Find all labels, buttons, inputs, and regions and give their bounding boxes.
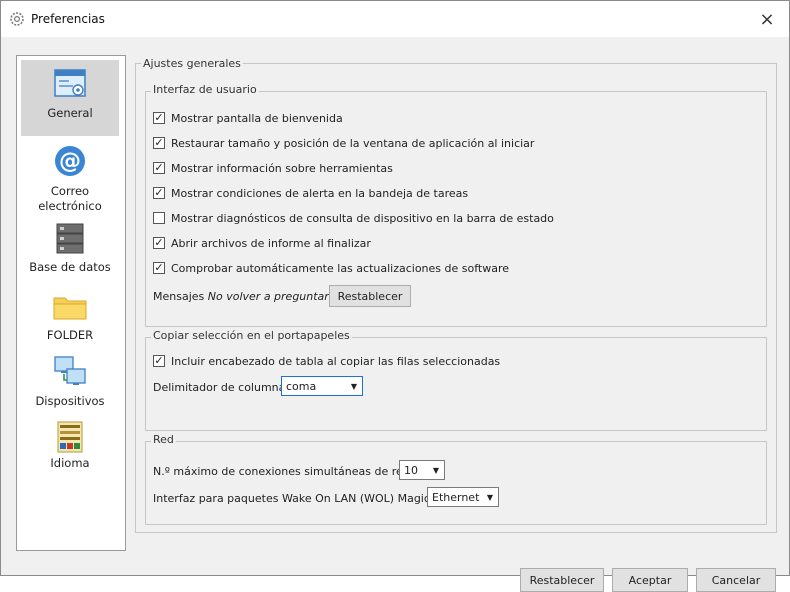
title-bar: Preferencias × xyxy=(1,1,789,37)
dialog-content: General @ Correo electrónico Base de dat… xyxy=(1,37,789,592)
checkbox[interactable]: ✓ xyxy=(153,112,165,124)
wol-interface-select[interactable]: Ethernet ▼ xyxy=(427,487,499,507)
checkbox-label: Mostrar diagnósticos de consulta de disp… xyxy=(171,211,554,225)
messages-label: Mensajes No volver a preguntar: xyxy=(153,290,333,303)
sidebar-item-label: Dispositivos xyxy=(35,394,105,408)
checkbox[interactable]: ✓ xyxy=(153,355,165,367)
copy-section-title: Copiar selección en el portapapeles xyxy=(151,329,352,342)
checkbox-row[interactable]: ✓ Abrir archivos de informe al finalizar xyxy=(153,234,371,252)
gear-icon xyxy=(10,12,24,26)
checkbox-label: Mostrar información sobre herramientas xyxy=(171,161,393,175)
chevron-down-icon: ▼ xyxy=(432,466,439,475)
sidebar-item-devices[interactable]: Dispositivos xyxy=(21,352,119,412)
check-icon: ✓ xyxy=(154,111,164,124)
check-icon: ✓ xyxy=(154,261,164,274)
checkbox-label: Mostrar pantalla de bienvenida xyxy=(171,111,343,125)
checkbox-label: Incluir encabezado de tabla al copiar la… xyxy=(171,354,501,368)
general-window-icon xyxy=(54,69,86,97)
devices-icon xyxy=(54,356,86,385)
checkbox-row[interactable]: ✓ Mostrar información sobre herramientas xyxy=(153,159,393,177)
sidebar-item-language[interactable]: Idioma xyxy=(21,420,119,480)
general-settings-title: Ajustes generales xyxy=(141,57,243,70)
sidebar-item-database[interactable]: Base de datos xyxy=(21,220,119,280)
general-settings-panel: Ajustes generales Interfaz de usuario ✓ … xyxy=(135,55,777,533)
database-icon xyxy=(56,223,84,254)
ui-section-title: Interfaz de usuario xyxy=(151,83,259,96)
max-connections-label: N.º máximo de conexiones simultáneas de … xyxy=(153,465,414,478)
preferences-window: Preferencias × General @ Correo electrón… xyxy=(0,0,790,592)
window-title: Preferencias xyxy=(31,12,105,26)
close-button[interactable]: × xyxy=(745,1,789,37)
check-icon: ✓ xyxy=(154,236,164,249)
max-connections-select[interactable]: 10 ▼ xyxy=(399,460,445,480)
sidebar-item-label: FOLDER xyxy=(46,328,94,342)
checkbox-label: Restaurar tamaño y posición de la ventan… xyxy=(171,136,535,150)
svg-text:@: @ xyxy=(59,149,81,174)
sidebar-item-label: Correo electrónico xyxy=(38,184,102,213)
chevron-down-icon: ▼ xyxy=(486,493,493,502)
checkbox-row[interactable]: ✓ Restaurar tamaño y posición de la vent… xyxy=(153,134,534,152)
network-section-title: Red xyxy=(151,433,176,446)
reset-button[interactable]: Restablecer xyxy=(520,568,604,592)
chevron-down-icon: ▼ xyxy=(350,382,357,391)
check-icon: ✓ xyxy=(154,161,164,174)
cancel-button[interactable]: Cancelar xyxy=(696,568,776,592)
sidebar-item-label: Base de datos xyxy=(29,260,111,274)
at-sign-icon: @ xyxy=(55,146,85,176)
checkbox[interactable]: ✓ xyxy=(153,237,165,249)
check-icon: ✓ xyxy=(154,186,164,199)
delimiter-value: coma xyxy=(286,379,317,393)
checkbox-row[interactable]: Mostrar diagnósticos de consulta de disp… xyxy=(153,209,554,227)
wol-interface-value: Ethernet xyxy=(432,490,480,504)
checkbox[interactable]: ✓ xyxy=(153,262,165,274)
sidebar-item-label: Idioma xyxy=(50,456,90,470)
checkbox-row[interactable]: ✓ Mostrar pantalla de bienvenida xyxy=(153,109,343,127)
checkbox-row[interactable]: ✓ Comprobar automáticamente las actualiz… xyxy=(153,259,509,277)
wol-label: Interfaz para paquetes Wake On LAN (WOL)… xyxy=(153,492,434,505)
preferences-sidebar: General @ Correo electrónico Base de dat… xyxy=(16,55,126,551)
network-section-box xyxy=(145,441,767,525)
folder-icon xyxy=(53,297,87,320)
max-connections-value: 10 xyxy=(404,463,418,477)
sidebar-item-email[interactable]: @ Correo electrónico xyxy=(21,142,119,213)
checkbox[interactable]: ✓ xyxy=(153,137,165,149)
language-icon xyxy=(57,421,83,453)
checkbox-label: Comprobar automáticamente las actualizac… xyxy=(171,261,510,275)
sidebar-item-folder[interactable]: FOLDER xyxy=(21,290,119,346)
checkbox-unchecked[interactable] xyxy=(153,212,165,224)
sidebar-item-general[interactable]: General xyxy=(21,60,119,136)
checkbox-label: Abrir archivos de informe al finalizar xyxy=(171,236,371,250)
reset-messages-button[interactable]: Restablecer xyxy=(329,285,411,307)
check-icon: ✓ xyxy=(154,354,164,367)
sidebar-item-label: General xyxy=(47,106,93,120)
checkbox-row[interactable]: ✓ Mostrar condiciones de alerta en la ba… xyxy=(153,184,468,202)
delimiter-select[interactable]: coma ▼ xyxy=(281,376,363,396)
accept-button[interactable]: Aceptar xyxy=(612,568,688,592)
close-icon: × xyxy=(759,8,775,30)
check-icon: ✓ xyxy=(154,136,164,149)
checkbox[interactable]: ✓ xyxy=(153,187,165,199)
checkbox-row[interactable]: ✓ Incluir encabezado de tabla al copiar … xyxy=(153,352,500,370)
checkbox-label: Mostrar condiciones de alerta en la band… xyxy=(171,186,469,200)
delimiter-label: Delimitador de columna: xyxy=(153,381,290,394)
checkbox[interactable]: ✓ xyxy=(153,162,165,174)
